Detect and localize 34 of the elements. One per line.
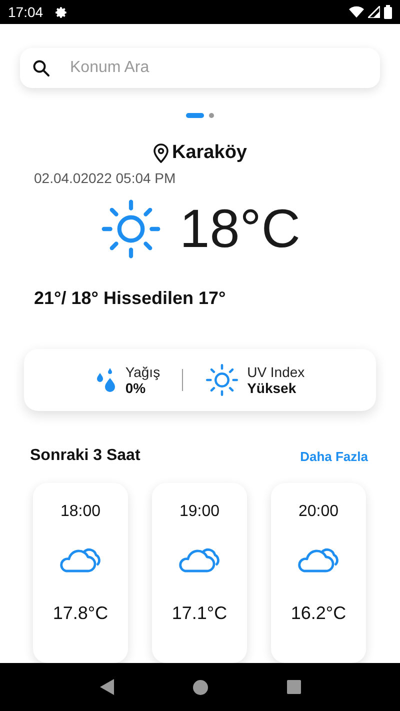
- hour-time: 18:00: [60, 503, 101, 521]
- status-time: 17:04: [8, 4, 44, 20]
- date-time: 02.04.02022 05:04 PM: [34, 170, 177, 186]
- hour-temperature: 16.2°C: [290, 603, 346, 624]
- hour-time: 20:00: [298, 503, 339, 521]
- sun-icon: [100, 198, 162, 260]
- hour-card[interactable]: 20:00 16.2°C: [271, 483, 366, 663]
- back-icon[interactable]: [100, 679, 114, 695]
- current-temperature: 18°C: [180, 198, 300, 260]
- sun-icon: [205, 363, 240, 398]
- battery-icon: [384, 5, 392, 19]
- page-indicator[interactable]: [186, 113, 204, 118]
- detail-value: 0%: [125, 380, 147, 396]
- search-icon: [32, 59, 50, 78]
- detail-value: Yüksek: [247, 380, 298, 396]
- settings-icon: [55, 6, 68, 18]
- detail-label: UV Index: [247, 364, 305, 380]
- detail-label: Yağış: [125, 364, 160, 380]
- hour-temperature: 17.8°C: [52, 603, 108, 624]
- section-title: Sonraki 3 Saat: [30, 447, 140, 465]
- recents-icon[interactable]: [286, 680, 300, 694]
- location-name: Karaköy: [172, 142, 247, 164]
- hour-temperature: 17.1°C: [172, 603, 228, 624]
- raindrops-icon: [95, 366, 118, 394]
- hour-time: 19:00: [179, 503, 220, 521]
- hour-card[interactable]: 18:00 17.8°C: [33, 483, 128, 663]
- search-field[interactable]: Konum Ara: [68, 58, 368, 78]
- home-icon[interactable]: [192, 680, 208, 694]
- wifi-icon: [349, 6, 364, 18]
- hour-card[interactable]: 19:00 17.1°C: [152, 483, 247, 663]
- temperature-summary: 21°/ 18° Hissedilen 17°: [34, 288, 227, 310]
- location-pin-icon: [153, 143, 169, 164]
- signal-icon: [368, 6, 380, 18]
- page-indicator[interactable]: [209, 113, 214, 118]
